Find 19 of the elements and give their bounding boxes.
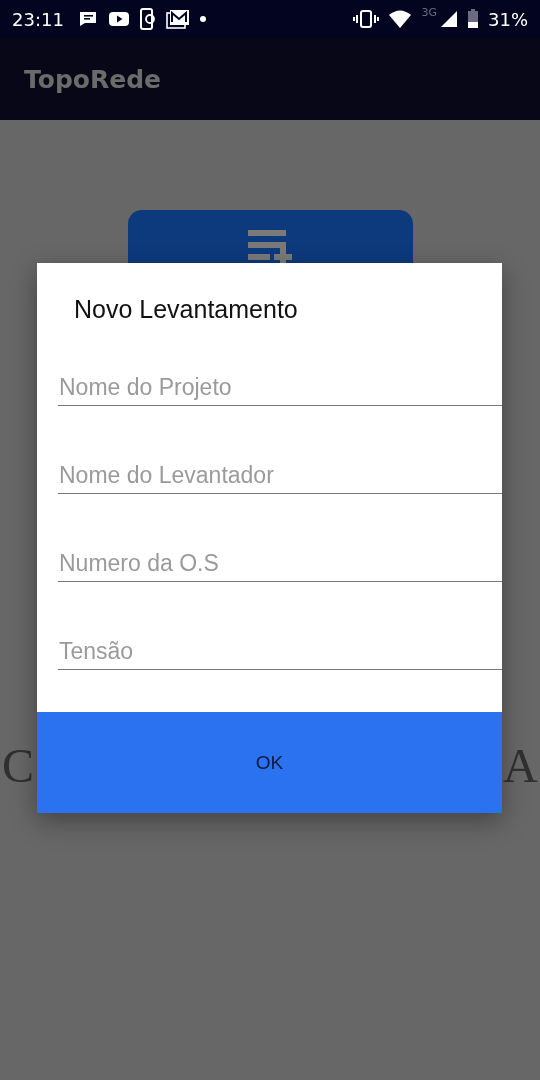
play-icon bbox=[107, 11, 130, 27]
battery-level: 31% bbox=[488, 8, 528, 30]
background-text: A bbox=[503, 742, 538, 790]
dialog-title: Novo Levantamento bbox=[73, 294, 299, 324]
mail-icon bbox=[165, 9, 190, 29]
wifi-icon bbox=[388, 10, 413, 28]
input-field[interactable]: Nome do Levantador bbox=[58, 452, 502, 494]
background-text: C bbox=[2, 742, 34, 790]
network-type: 3G bbox=[421, 6, 437, 19]
ok-button[interactable]: OK bbox=[37, 712, 502, 813]
input-field[interactable]: Nome do Projeto bbox=[58, 364, 502, 406]
vibrate-icon bbox=[353, 10, 380, 28]
app-title: TopoRede bbox=[24, 64, 162, 94]
status-time: 23:11 bbox=[12, 8, 64, 30]
dot-icon bbox=[198, 15, 207, 23]
input-field[interactable]: Tensão bbox=[58, 628, 502, 670]
input-field[interactable]: Numero da O.S bbox=[58, 540, 502, 582]
signal-icon bbox=[440, 10, 458, 28]
battery-icon bbox=[467, 9, 479, 29]
